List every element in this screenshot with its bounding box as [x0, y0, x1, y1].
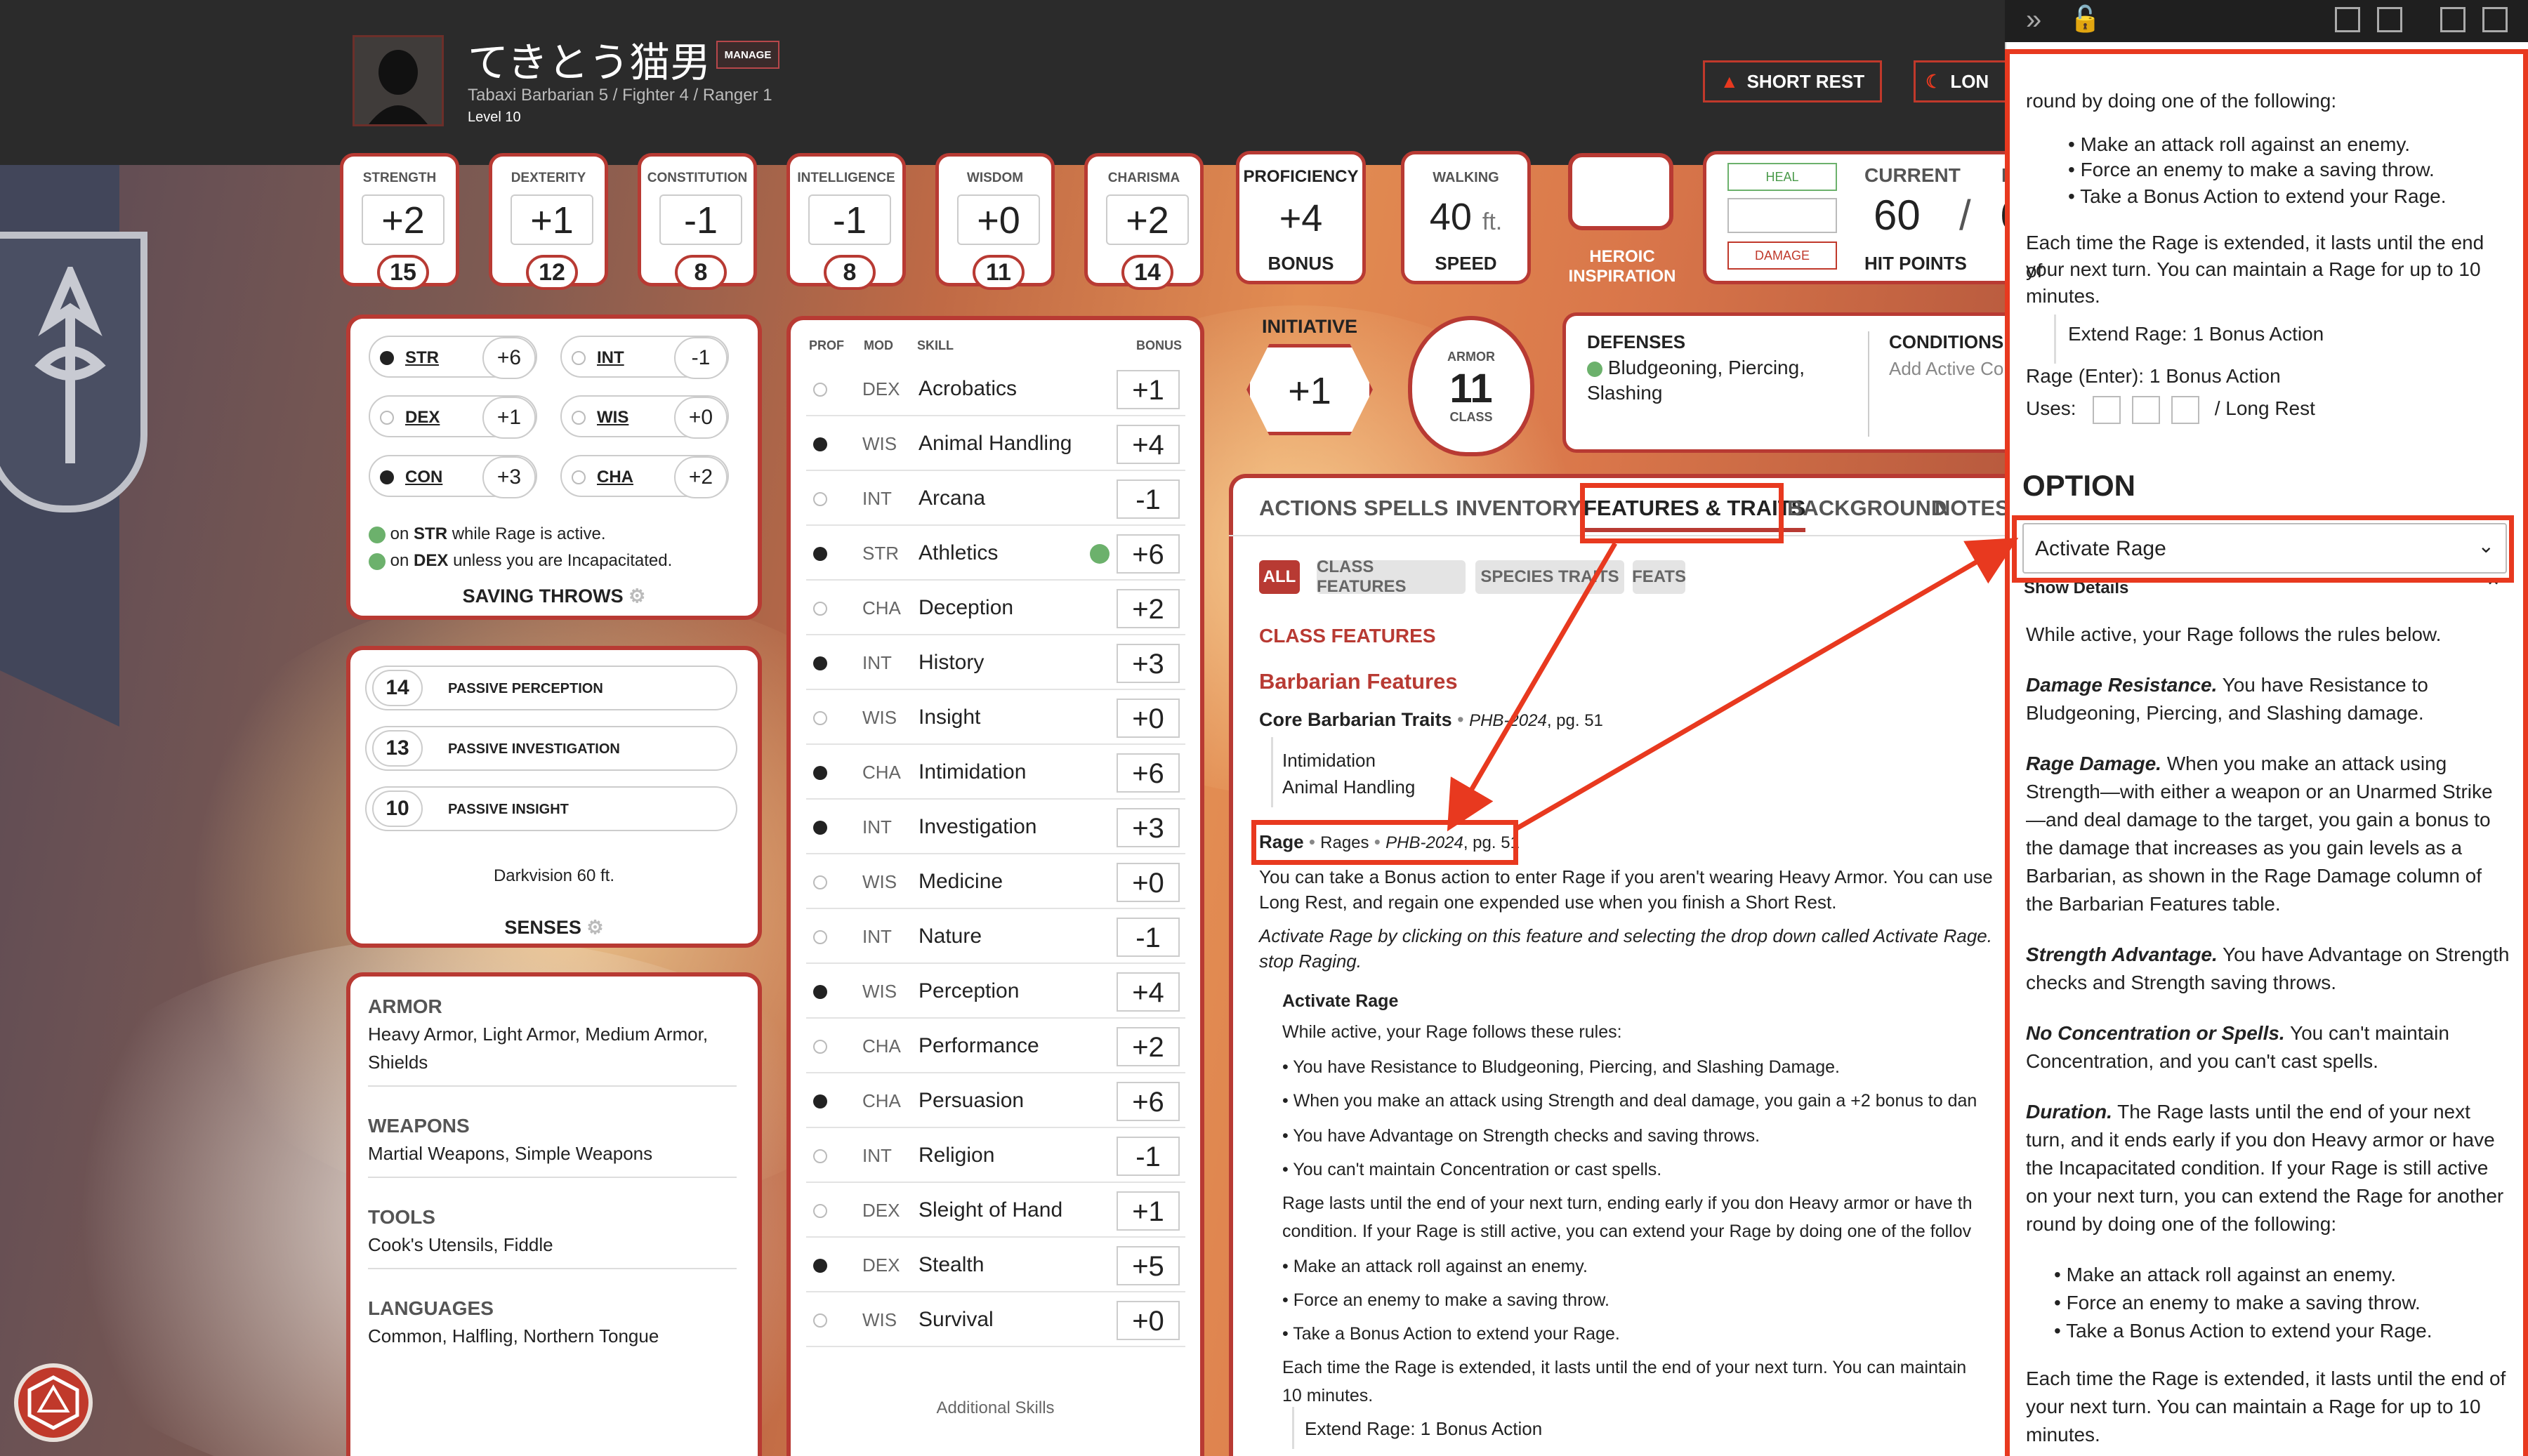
d20-icon: [27, 1375, 79, 1430]
annotation-arrows: [1447, 537, 2019, 832]
dice-roller-button[interactable]: [14, 1363, 93, 1442]
